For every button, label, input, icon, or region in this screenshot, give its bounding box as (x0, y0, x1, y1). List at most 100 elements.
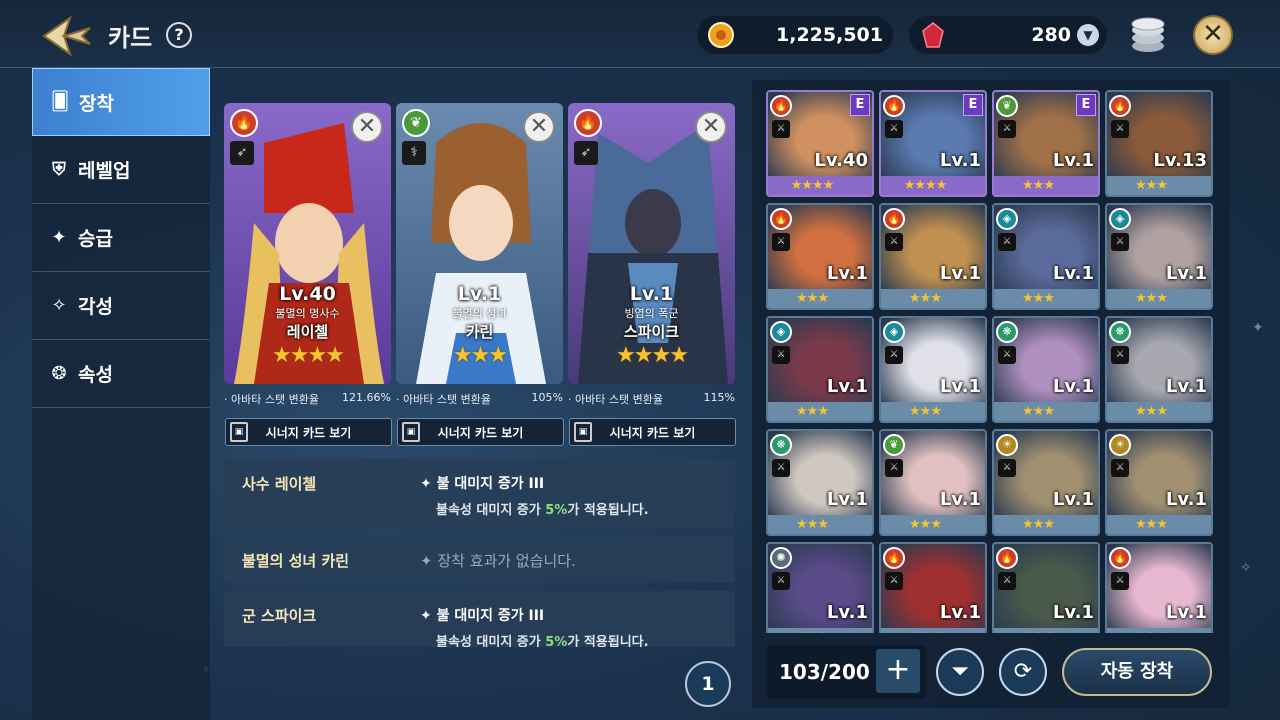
gold-coin-icon (708, 22, 734, 48)
equipped-badge: E (1076, 94, 1096, 116)
inventory-card[interactable]: 🔥 ⚔ E Lv.40 ★★★★ (766, 90, 874, 197)
fire-element-icon: 🔥 (574, 109, 602, 137)
sidebar-item-element[interactable]: ❂ 속성 (32, 340, 210, 408)
unequip-button[interactable]: ✕ (523, 111, 555, 143)
sidebar-item-equip[interactable]: 🂠 장착 (32, 68, 210, 136)
fire-element-icon: 🔥 (770, 95, 792, 117)
star-rating: ★★★ (1135, 517, 1168, 532)
equipped-card[interactable]: ❦ ⚕ ✕ Lv.1 불멸의 성녀 카린 ★★★ (396, 103, 563, 384)
star-rating: ★★★ (1111, 630, 1191, 633)
gold-amount: 1,225,501 (776, 24, 883, 46)
inventory-card[interactable]: ✺ ⚔ Lv.1 ★★★ (766, 542, 874, 633)
card-title: 불멸의 명사수 (275, 307, 340, 320)
wind-element-icon: ❋ (1109, 321, 1131, 343)
inventory-card[interactable]: 🔥 ⚔ Lv.1 ★★★ (992, 542, 1100, 633)
inventory-card[interactable]: ◈ ⚔ Lv.1 ★★★ (879, 316, 987, 423)
effect-row: 사수 레이첼 ✦ 불 대미지 증가 III 불속성 대미지 증가 5%가 적용됩… (224, 459, 735, 528)
shield-icon: ⛨ (52, 158, 66, 180)
inventory-card[interactable]: ❦ ⚔ Lv.1 ★★★ (879, 429, 987, 536)
weapon-icon: ⚔ (885, 120, 903, 138)
expand-slots-button[interactable]: + (876, 649, 920, 693)
coin-stack-icon[interactable] (1128, 16, 1168, 54)
unequip-button[interactable]: ✕ (695, 111, 727, 143)
inventory-card[interactable]: ◈ ⚔ Lv.1 ★★★ (992, 203, 1100, 310)
page-button[interactable]: 1 (685, 661, 731, 707)
sidebar-item-promote[interactable]: ✦ 승급 (32, 204, 210, 272)
help-button[interactable]: ? (166, 22, 192, 48)
inventory-card[interactable]: ❋ ⚔ Lv.1 ★★★ (1105, 316, 1213, 423)
stat-value: 115% (703, 391, 735, 404)
nature-element-icon: ❦ (402, 109, 430, 137)
inventory-card[interactable]: 🔥 ⚔ Lv.1 ★★★ (879, 203, 987, 310)
sidebar-item-awaken[interactable]: ✧ 각성 (32, 272, 210, 340)
back-button[interactable] (42, 15, 92, 57)
water-element-icon: ◈ (996, 208, 1018, 230)
effect-card-name: 사수 레이첼 (242, 475, 317, 493)
weapon-icon: ⚔ (772, 459, 790, 477)
stat-value: 121.66% (342, 391, 391, 404)
star-rating: ★★★ (796, 291, 829, 306)
inventory-card[interactable]: 🔥 ⚔ Lv.13 ★★★ (1105, 90, 1213, 197)
card-level: Lv.1 (1052, 602, 1094, 623)
star-rating: ★★★ (909, 517, 942, 532)
neutral-element-icon: ✺ (770, 547, 792, 569)
sidebar-item-levelup[interactable]: ⛨ 레벨업 (32, 136, 210, 204)
inventory-card[interactable]: 🔥 ⚔ Lv.1 ★★★ (766, 203, 874, 310)
element-icon: ❂ (51, 362, 67, 384)
equipped-card[interactable]: 🔥 ➶ ✕ Lv.40 불멸의 명사수 레이첼 ★★★★ (224, 103, 391, 384)
weapon-icon: ⚔ (772, 233, 790, 251)
inventory-card[interactable]: ❦ ⚔ E Lv.1 ★★★ (992, 90, 1100, 197)
sort-button[interactable]: ⟳ (999, 648, 1047, 696)
card-level: Lv.1 (1165, 602, 1207, 623)
inventory-card[interactable]: ◈ ⚔ Lv.1 ★★★ (1105, 203, 1213, 310)
equip-effects-list[interactable]: 사수 레이첼 ✦ 불 대미지 증가 III 불속성 대미지 증가 5%가 적용됩… (224, 459, 736, 647)
synergy-button[interactable]: ▣ 시너지 카드 보기 (569, 418, 736, 446)
inventory-grid[interactable]: 🔥 ⚔ E Lv.40 ★★★★ 🔥 ⚔ E Lv.1 ★★★★ ❦ ⚔ E Lv.1 ★★★ 🔥 ⚔ Lv.13… (764, 90, 1214, 633)
inventory-card[interactable]: ❋ ⚔ Lv.1 ★★★ (992, 316, 1100, 423)
weapon-icon: ⚔ (1111, 120, 1129, 138)
card-level: Lv.1 (826, 602, 868, 623)
inventory-card[interactable]: ❋ ⚔ Lv.1 ★★★ (766, 429, 874, 536)
back-arrow-icon (42, 15, 91, 57)
equipped-card[interactable]: 🔥 ➶ ✕ Lv.1 빙염의 폭군 스파이크 ★★★★ (568, 103, 735, 384)
inventory-card[interactable]: ☀ ⚔ Lv.1 ★★★ (1105, 429, 1213, 536)
card-level: Lv.1 (457, 283, 502, 305)
fire-element-icon: 🔥 (883, 547, 905, 569)
auto-equip-button[interactable]: 자동 장착 (1062, 648, 1212, 696)
star-rating: ★★★★ (790, 178, 835, 193)
inventory-card[interactable]: 🔥 ⚔ Lv.1 ★★★ (1105, 542, 1213, 633)
close-button[interactable]: ✕ (1193, 15, 1233, 55)
stat-row: · 아바타 스탯 변환율 115% (568, 391, 735, 407)
card-level: Lv.13 (1153, 150, 1207, 171)
fire-element-icon: 🔥 (883, 208, 905, 230)
star-rating: ★★★★ (272, 343, 345, 368)
synergy-button[interactable]: ▣ 시너지 카드 보기 (225, 418, 392, 446)
star-rating: ★★★ (1135, 404, 1168, 419)
chevron-down-icon[interactable]: ▼ (1077, 24, 1099, 46)
inventory-card[interactable]: ☀ ⚔ Lv.1 ★★★ (992, 429, 1100, 536)
sidebar-item-label: 장착 (79, 92, 114, 115)
star-rating: ★★★★ (616, 343, 689, 368)
water-element-icon: ◈ (883, 321, 905, 343)
fire-element-icon: 🔥 (770, 208, 792, 230)
weapon-icon: ⚔ (885, 459, 903, 477)
synergy-card-icon: ▣ (574, 422, 592, 442)
wind-element-icon: ❋ (770, 434, 792, 456)
bow-icon: ➶ (230, 141, 254, 165)
filter-button[interactable]: ⏷ (936, 648, 984, 696)
card-level: Lv.1 (1165, 376, 1207, 397)
inventory-card[interactable]: 🔥 ⚔ Lv.1 ★★★ (879, 542, 987, 633)
gem-display: 280 ▼ (909, 16, 1107, 54)
refresh-icon: ⟳ (1013, 659, 1033, 684)
effect-title: ✦ 불 대미지 증가 III (420, 476, 545, 492)
stat-label: · 아바타 스탯 변환율 (224, 393, 319, 406)
inventory-card[interactable]: ◈ ⚔ Lv.1 ★★★ (766, 316, 874, 423)
card-level: Lv.1 (939, 489, 981, 510)
synergy-button[interactable]: ▣ 시너지 카드 보기 (397, 418, 564, 446)
inventory-card[interactable]: 🔥 ⚔ E Lv.1 ★★★★ (879, 90, 987, 197)
unequip-button[interactable]: ✕ (351, 111, 383, 143)
weapon-icon: ⚔ (998, 459, 1016, 477)
effect-desc: 불속성 대미지 증가 5%가 적용됩니다. (436, 503, 649, 518)
stat-label: · 아바타 스탯 변환율 (568, 393, 663, 406)
card-level: Lv.1 (629, 283, 674, 305)
